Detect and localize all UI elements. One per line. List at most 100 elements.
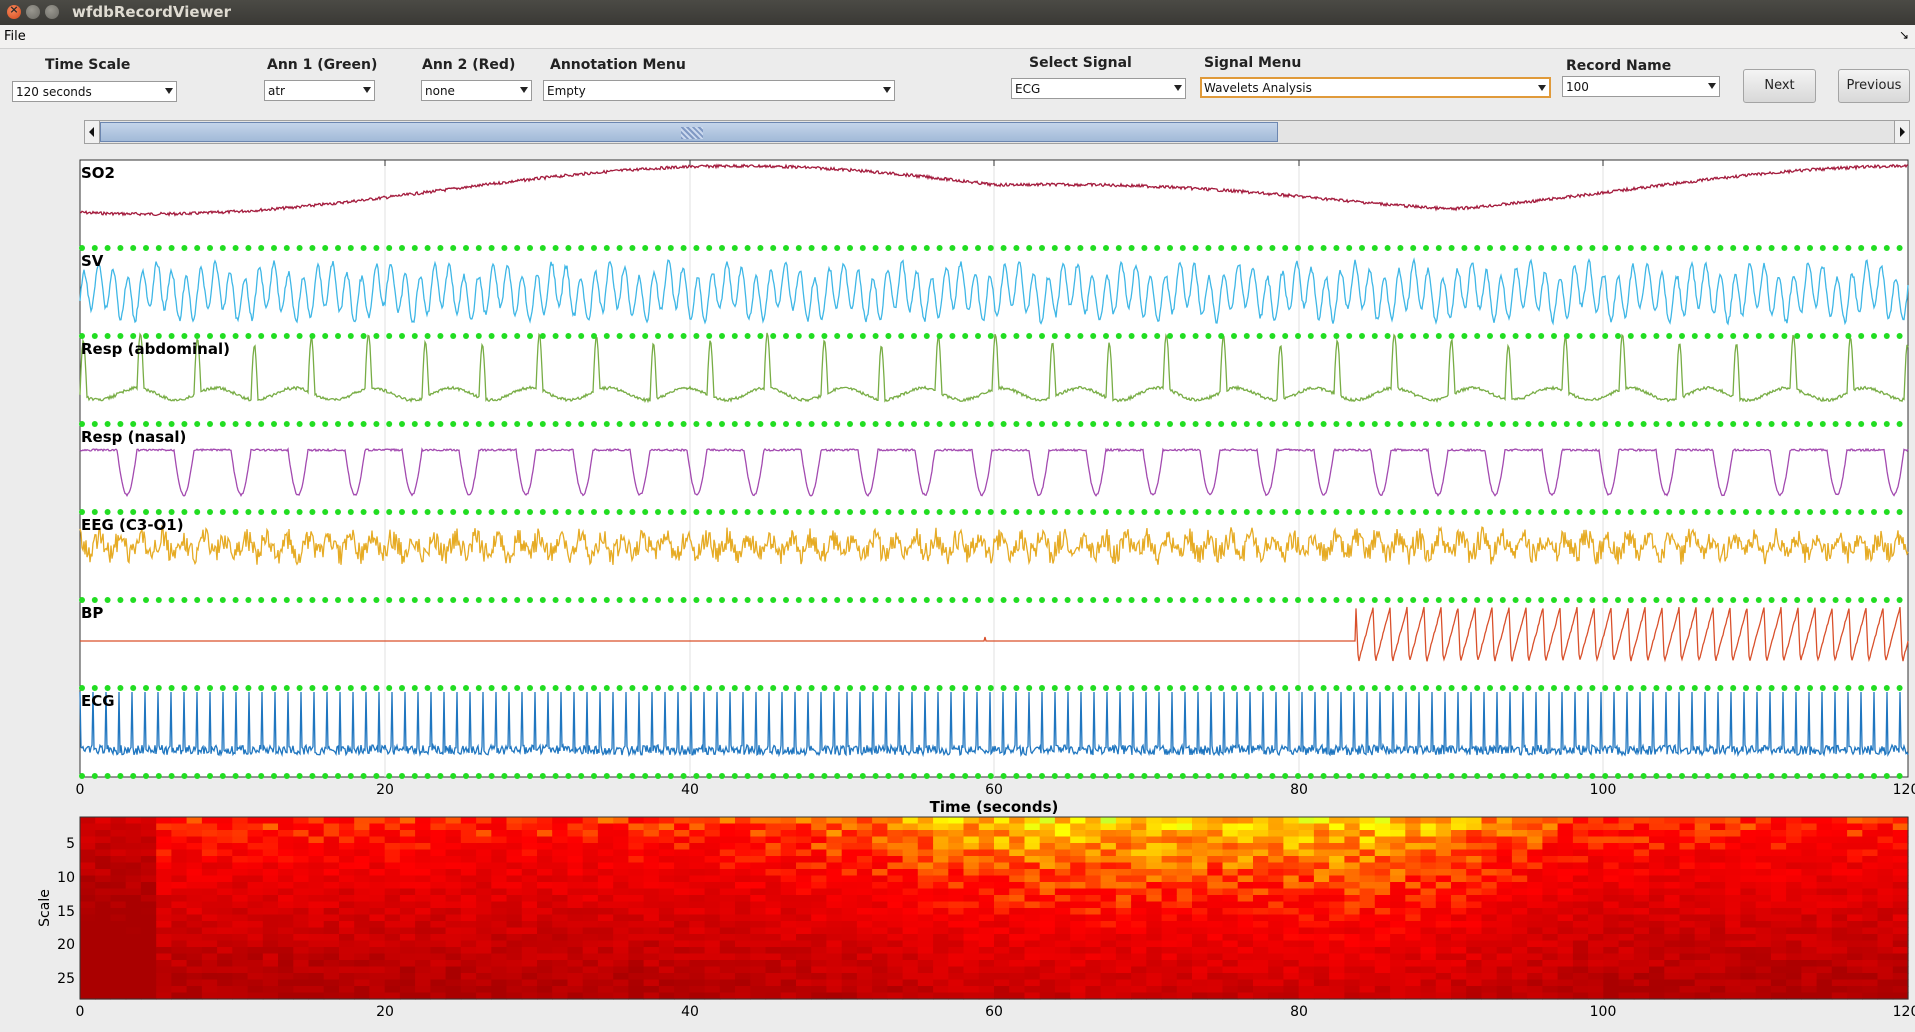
annotation-dot bbox=[629, 245, 636, 251]
heatmap-cell bbox=[1877, 817, 1894, 825]
heatmap-cell bbox=[232, 901, 249, 909]
annotation-dot bbox=[411, 509, 418, 515]
heatmap-cell bbox=[1572, 888, 1589, 896]
heatmap-cell bbox=[156, 947, 172, 955]
heatmap-cell bbox=[308, 934, 325, 942]
heatmap-cell bbox=[1009, 953, 1025, 961]
heatmap-cell bbox=[567, 823, 584, 831]
heatmap-cell bbox=[399, 914, 416, 922]
heatmap-cell bbox=[1679, 973, 1696, 981]
heatmap-cell bbox=[156, 875, 172, 883]
heatmap-cell bbox=[1755, 921, 1772, 929]
annotation-dot bbox=[680, 245, 687, 251]
heatmap-cell bbox=[1877, 960, 1894, 968]
annotation-dot bbox=[911, 685, 917, 691]
heatmap-cell bbox=[1176, 901, 1193, 909]
heatmap-cell bbox=[80, 817, 96, 825]
annotation-dot bbox=[168, 685, 175, 691]
heatmap-cell bbox=[963, 830, 980, 838]
heatmap-cell bbox=[140, 947, 157, 955]
heatmap-cell bbox=[643, 862, 660, 870]
heatmap-cell bbox=[339, 947, 355, 955]
heatmap-cell bbox=[948, 934, 965, 942]
heatmap-cell bbox=[1862, 940, 1879, 948]
heatmap-cell bbox=[841, 882, 858, 890]
heatmap-cell bbox=[308, 953, 325, 961]
annotation-dot bbox=[1845, 597, 1852, 603]
heatmap-cell bbox=[476, 862, 492, 870]
annotation-dot bbox=[1781, 685, 1788, 691]
heatmap-cell bbox=[704, 856, 721, 864]
heatmap-cell bbox=[506, 817, 523, 825]
heatmap-cell bbox=[323, 986, 340, 994]
heatmap-cell bbox=[262, 823, 279, 831]
heatmap-cell bbox=[445, 843, 462, 851]
heatmap-cell bbox=[1374, 817, 1391, 825]
annotation-dot bbox=[1691, 245, 1698, 251]
heatmap-cell bbox=[262, 856, 279, 864]
heatmap-cell bbox=[628, 823, 645, 831]
heatmap-cell bbox=[476, 947, 492, 955]
annotation-dot bbox=[1832, 597, 1839, 603]
heatmap-cell bbox=[1024, 934, 1041, 942]
annotation-dot bbox=[1717, 245, 1724, 251]
heatmap-cell bbox=[1237, 856, 1254, 864]
annotation-dot bbox=[271, 685, 277, 691]
heatmap-cell bbox=[491, 862, 508, 870]
annotation-dot bbox=[1397, 245, 1404, 251]
heatmap-cell bbox=[1877, 830, 1894, 838]
annotation-dot bbox=[1871, 245, 1877, 251]
heatmap-cell bbox=[1329, 979, 1345, 987]
heatmap-cell bbox=[1192, 986, 1208, 994]
heatmap-cell bbox=[856, 849, 873, 857]
annotation-dot bbox=[1051, 245, 1058, 251]
annotation-dot bbox=[463, 773, 469, 779]
heatmap-cell bbox=[643, 843, 660, 851]
annotation-dot bbox=[1359, 685, 1365, 691]
heatmap-cell bbox=[521, 836, 538, 844]
heatmap-cell bbox=[978, 849, 995, 857]
heatmap-cell bbox=[994, 940, 1010, 948]
heatmap-cell bbox=[323, 849, 340, 857]
heatmap-cell bbox=[552, 979, 568, 987]
heatmap-cell bbox=[354, 986, 370, 994]
heatmap-cell bbox=[1892, 908, 1909, 916]
heatmap-cell bbox=[95, 888, 111, 896]
heatmap-cell bbox=[841, 914, 858, 922]
annotation-dot bbox=[539, 597, 546, 603]
heatmap-cell bbox=[1435, 875, 1452, 883]
heatmap-cell bbox=[917, 836, 934, 844]
heatmap-cell bbox=[841, 849, 858, 857]
heatmap-cell bbox=[491, 836, 508, 844]
annotation-dot bbox=[386, 773, 393, 779]
heatmap-cell bbox=[856, 901, 873, 909]
heatmap-cell bbox=[430, 843, 447, 851]
heatmap-cell bbox=[1496, 843, 1513, 851]
heatmap-cell bbox=[1877, 953, 1894, 961]
annotation-dot bbox=[744, 245, 751, 251]
heatmap-cell bbox=[1039, 843, 1056, 851]
heatmap-cell bbox=[537, 830, 553, 838]
annotation-dot bbox=[706, 245, 713, 251]
heatmap-cell bbox=[963, 895, 980, 903]
heatmap-cell bbox=[80, 973, 96, 981]
heatmap-cell bbox=[384, 882, 401, 890]
annotation-dot bbox=[1295, 421, 1301, 427]
heatmap-cell bbox=[1268, 901, 1284, 909]
heatmap-cell bbox=[1877, 888, 1894, 896]
annotation-dot bbox=[1000, 509, 1007, 515]
annotation-dot bbox=[1000, 597, 1007, 603]
heatmap-cell bbox=[1192, 888, 1208, 896]
annotation-dot bbox=[1192, 685, 1199, 691]
heatmap-cell bbox=[735, 953, 751, 961]
annotation-dot bbox=[1154, 245, 1161, 251]
annotation-dot bbox=[475, 245, 482, 251]
annotation-dot bbox=[680, 597, 687, 603]
heatmap-cell bbox=[1527, 830, 1543, 838]
heatmap-cell bbox=[1268, 875, 1284, 883]
annotation-dot bbox=[1679, 509, 1685, 515]
heatmap-cell bbox=[1207, 836, 1224, 844]
heatmap-cell bbox=[1862, 830, 1879, 838]
heatmap-cell bbox=[1313, 927, 1330, 935]
heatmap-cell bbox=[674, 882, 690, 890]
